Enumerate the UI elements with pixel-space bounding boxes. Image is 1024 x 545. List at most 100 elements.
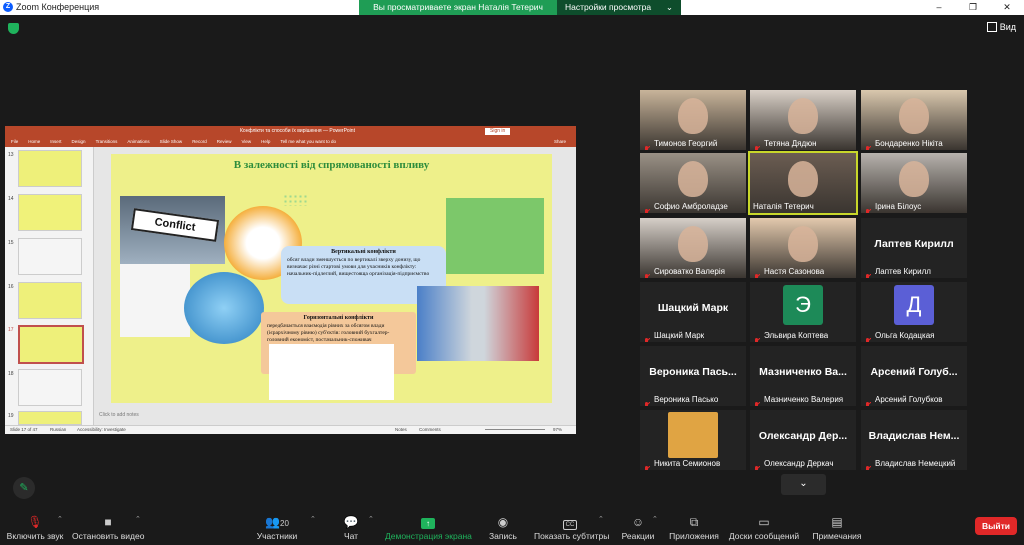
participant-tile[interactable]: Тетяна Дядюн	[750, 90, 856, 150]
slide-thumbnail[interactable]	[18, 150, 82, 187]
leave-meeting-button[interactable]: Выйти	[975, 517, 1017, 535]
video-options-caret[interactable]: ⌃	[135, 515, 141, 523]
ppt-menu-record[interactable]: Record	[192, 137, 207, 147]
participant-name: Ольга Кодацкая	[875, 331, 935, 340]
ppt-menu-file[interactable]: File	[11, 137, 18, 147]
mic-muted-icon	[864, 203, 872, 213]
slide-thumbnail[interactable]	[18, 238, 82, 275]
ppt-share-button[interactable]: Share	[554, 137, 566, 147]
share-screen-button[interactable]: ↑ Демонстрация экрана	[385, 513, 472, 541]
ppt-menu-slideshow[interactable]: Slide Show	[160, 137, 183, 147]
stop-video-button[interactable]: ■ Остановить видео	[72, 513, 144, 541]
unmute-button[interactable]: 🎙 Включить звук	[6, 513, 64, 541]
reactions-options-caret[interactable]: ⌃	[652, 515, 658, 523]
participants-options-caret[interactable]: ⌃	[310, 515, 316, 523]
participant-avatar: Э	[783, 285, 823, 325]
ppt-tell-me[interactable]: Tell me what you want to do	[280, 137, 336, 147]
ppt-menu-home[interactable]: Home	[28, 137, 40, 147]
participant-name: Олександр Деркач	[764, 459, 834, 468]
share-banner: Вы просматриваете экран Наталія Тетерич …	[359, 0, 681, 15]
participant-tile[interactable]: Настя Сазонова	[750, 218, 856, 278]
view-button[interactable]: Вид	[986, 22, 1016, 32]
participant-tile[interactable]: Сироватко Валерія	[640, 218, 746, 278]
apps-icon: ⧉	[689, 515, 699, 529]
ppt-sign-in[interactable]: Sign in	[485, 128, 511, 135]
captions-button[interactable]: CC Показать субтитры	[534, 513, 609, 541]
maximize-button[interactable]: ❐	[956, 0, 990, 15]
participant-tile[interactable]: Ірина Білоус	[861, 153, 967, 213]
apps-button[interactable]: ⧉ Приложения	[668, 513, 720, 541]
participant-tile[interactable]: Лаптев Кирилл Лаптев Кирилл	[861, 218, 967, 278]
ppt-menu-design[interactable]: Design	[72, 137, 86, 147]
ppt-statusbar: Slide 17 of 47 Russian Accessibility: In…	[5, 425, 576, 434]
slide-thumbnail-selected[interactable]	[18, 325, 84, 364]
mic-muted-icon	[864, 140, 872, 150]
slide-thumbnail[interactable]	[18, 282, 82, 319]
ppt-menu-animations[interactable]: Animations	[127, 137, 149, 147]
participants-button[interactable]: 👥20 Участники	[255, 513, 299, 541]
participant-video-face	[899, 161, 929, 197]
shared-screen[interactable]: Конфлікти та способи їх вирішення — Powe…	[5, 126, 576, 434]
participant-tile[interactable]: Софио Амброладзе	[640, 153, 746, 213]
notes-toggle[interactable]: Notes	[395, 426, 407, 434]
participant-tile[interactable]: Олександр Дер... Олександр Деркач	[750, 410, 856, 470]
mic-muted-icon	[753, 460, 761, 470]
chat-button[interactable]: 💬 Чат	[337, 513, 365, 541]
participant-tile[interactable]: Вероника Пась... Вероника Пасько	[640, 346, 746, 406]
participant-name: Тимонов Георгий	[654, 139, 718, 148]
participant-tile[interactable]: Арсений Голуб... Арсений Голубков	[861, 346, 967, 406]
chat-icon: 💬	[343, 515, 359, 529]
participants-label: Участники	[256, 531, 298, 541]
reactions-button[interactable]: ☺ Реакции	[620, 513, 656, 541]
mic-muted-icon	[753, 268, 761, 278]
ppt-menu-view[interactable]: View	[241, 137, 251, 147]
zoom-level[interactable]: 97%	[553, 426, 562, 434]
thumb-number: 19	[8, 413, 14, 419]
chat-label: Чат	[343, 531, 359, 541]
participant-tile[interactable]: Никита Семионов	[640, 410, 746, 470]
participant-tile[interactable]: Тимонов Георгий	[640, 90, 746, 150]
participant-tile[interactable]: Д Ольга Кодацкая	[861, 282, 967, 342]
participant-tile[interactable]: Бондаренко Нікіта	[861, 90, 967, 150]
mic-muted-icon	[643, 396, 651, 406]
share-screen-icon: ↑	[385, 513, 471, 531]
annotate-pencil-icon[interactable]: ✎	[13, 477, 35, 499]
view-options-button[interactable]: Настройки просмотра ⌄	[557, 0, 681, 15]
record-icon: ◉	[497, 515, 509, 529]
slide-notes[interactable]: Click to add notes	[99, 412, 139, 418]
ppt-menu-insert[interactable]: Insert	[50, 137, 61, 147]
participant-tile[interactable]: Шацкий Марк Шацкий Марк	[640, 282, 746, 342]
participant-tile[interactable]: Э Эльвира Коптева	[750, 282, 856, 342]
unmute-label: Включить звук	[6, 531, 64, 541]
comments-toggle[interactable]: Comments	[419, 426, 441, 434]
slide-thumbnails-pane[interactable]: 13 14 15 16 17 18 19	[5, 147, 94, 425]
ppt-menu-review[interactable]: Review	[217, 137, 232, 147]
slide-editing-area[interactable]: В залежності від спрямованості впливу Co…	[94, 147, 576, 425]
participant-name: Вероника Пасько	[654, 395, 719, 404]
current-slide[interactable]: В залежності від спрямованості впливу Co…	[111, 154, 552, 403]
notes-button[interactable]: ▤ Примечания	[810, 513, 864, 541]
chat-options-caret[interactable]: ⌃	[368, 515, 374, 523]
close-button[interactable]: ✕	[990, 0, 1024, 15]
mic-muted-icon	[643, 332, 651, 342]
captions-options-caret[interactable]: ⌃	[598, 515, 604, 523]
ppt-menu-transitions[interactable]: Transitions	[96, 137, 118, 147]
slide-thumbnail[interactable]	[18, 194, 82, 231]
participant-tile[interactable]: Владислав Нем... Владислав Немецкий	[861, 410, 967, 470]
whiteboard-icon: ▭	[758, 515, 770, 529]
minimize-button[interactable]: –	[922, 0, 956, 15]
slide-thumbnail[interactable]	[18, 411, 82, 425]
record-button[interactable]: ◉ Запись	[484, 513, 522, 541]
participant-tile[interactable]: Наталія Тетерич	[748, 151, 858, 215]
participant-video-face	[788, 226, 818, 262]
security-shield-icon[interactable]	[8, 23, 19, 34]
accessibility-status[interactable]: Accessibility: Investigate	[77, 426, 126, 434]
gallery-next-page-button[interactable]: ⌄	[781, 474, 826, 495]
audio-options-caret[interactable]: ⌃	[57, 515, 63, 523]
slide-thumbnail[interactable]	[18, 369, 82, 406]
participant-tile[interactable]: Мазниченко Ва... Мазниченко Валерия	[750, 346, 856, 406]
stop-video-label: Остановить видео	[72, 531, 145, 541]
whiteboards-button[interactable]: ▭ Доски сообщений	[728, 513, 800, 541]
ppt-menu-help[interactable]: Help	[261, 137, 270, 147]
zoom-slider[interactable]	[485, 429, 545, 430]
